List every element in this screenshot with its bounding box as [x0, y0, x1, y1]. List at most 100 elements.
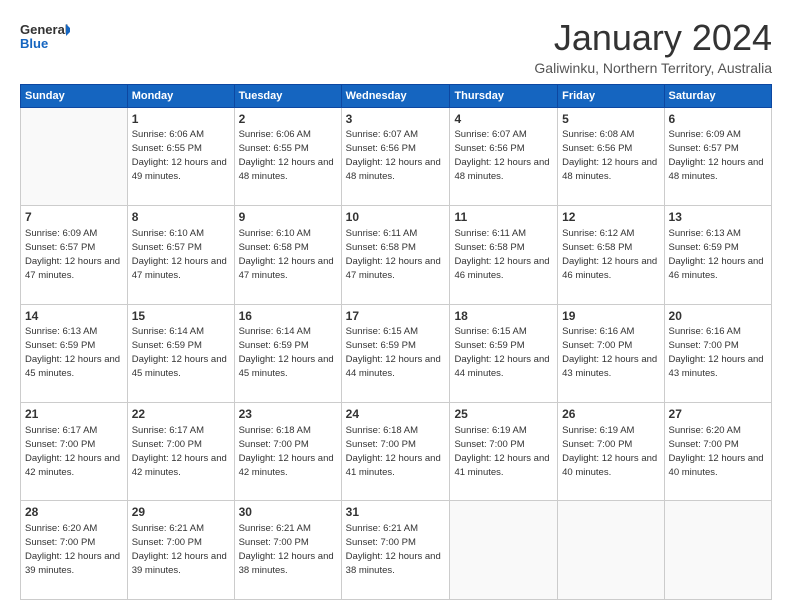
- day-number: 11: [454, 209, 553, 226]
- day-info: Sunrise: 6:15 AMSunset: 6:59 PMDaylight:…: [454, 326, 549, 379]
- weekday-header-row: SundayMondayTuesdayWednesdayThursdayFrid…: [21, 84, 772, 107]
- month-title: January 2024: [534, 18, 772, 58]
- header: General Blue January 2024 Galiwinku, Nor…: [20, 18, 772, 76]
- calendar-cell: 3 Sunrise: 6:07 AMSunset: 6:56 PMDayligh…: [341, 107, 450, 205]
- calendar-week-5: 28 Sunrise: 6:20 AMSunset: 7:00 PMDaylig…: [21, 501, 772, 600]
- calendar-week-4: 21 Sunrise: 6:17 AMSunset: 7:00 PMDaylig…: [21, 403, 772, 501]
- day-number: 19: [562, 308, 659, 325]
- page: General Blue January 2024 Galiwinku, Nor…: [0, 0, 792, 612]
- day-info: Sunrise: 6:11 AMSunset: 6:58 PMDaylight:…: [454, 228, 549, 281]
- calendar-cell: 14 Sunrise: 6:13 AMSunset: 6:59 PMDaylig…: [21, 304, 128, 402]
- day-info: Sunrise: 6:13 AMSunset: 6:59 PMDaylight:…: [25, 326, 120, 379]
- day-number: 8: [132, 209, 230, 226]
- svg-text:General: General: [20, 22, 68, 37]
- location-title: Galiwinku, Northern Territory, Australia: [534, 60, 772, 76]
- day-number: 26: [562, 406, 659, 423]
- calendar-cell: 28 Sunrise: 6:20 AMSunset: 7:00 PMDaylig…: [21, 501, 128, 600]
- calendar-cell: 24 Sunrise: 6:18 AMSunset: 7:00 PMDaylig…: [341, 403, 450, 501]
- calendar-cell: 5 Sunrise: 6:08 AMSunset: 6:56 PMDayligh…: [558, 107, 664, 205]
- day-info: Sunrise: 6:20 AMSunset: 7:00 PMDaylight:…: [25, 523, 120, 576]
- calendar-week-1: 1 Sunrise: 6:06 AMSunset: 6:55 PMDayligh…: [21, 107, 772, 205]
- day-number: 21: [25, 406, 123, 423]
- calendar-cell: 29 Sunrise: 6:21 AMSunset: 7:00 PMDaylig…: [127, 501, 234, 600]
- day-number: 30: [239, 504, 337, 521]
- calendar-cell: 12 Sunrise: 6:12 AMSunset: 6:58 PMDaylig…: [558, 206, 664, 304]
- calendar-cell: 2 Sunrise: 6:06 AMSunset: 6:55 PMDayligh…: [234, 107, 341, 205]
- day-number: 18: [454, 308, 553, 325]
- calendar-cell: [21, 107, 128, 205]
- day-number: 3: [346, 111, 446, 128]
- day-info: Sunrise: 6:14 AMSunset: 6:59 PMDaylight:…: [239, 326, 334, 379]
- day-number: 31: [346, 504, 446, 521]
- day-number: 16: [239, 308, 337, 325]
- calendar-cell: 9 Sunrise: 6:10 AMSunset: 6:58 PMDayligh…: [234, 206, 341, 304]
- calendar-cell: 15 Sunrise: 6:14 AMSunset: 6:59 PMDaylig…: [127, 304, 234, 402]
- day-number: 7: [25, 209, 123, 226]
- day-info: Sunrise: 6:17 AMSunset: 7:00 PMDaylight:…: [132, 425, 227, 478]
- calendar-cell: 11 Sunrise: 6:11 AMSunset: 6:58 PMDaylig…: [450, 206, 558, 304]
- day-info: Sunrise: 6:16 AMSunset: 7:00 PMDaylight:…: [669, 326, 764, 379]
- day-number: 6: [669, 111, 767, 128]
- day-info: Sunrise: 6:07 AMSunset: 6:56 PMDaylight:…: [454, 129, 549, 182]
- weekday-header-saturday: Saturday: [664, 84, 771, 107]
- day-number: 29: [132, 504, 230, 521]
- day-info: Sunrise: 6:12 AMSunset: 6:58 PMDaylight:…: [562, 228, 657, 281]
- day-number: 25: [454, 406, 553, 423]
- weekday-header-thursday: Thursday: [450, 84, 558, 107]
- day-number: 27: [669, 406, 767, 423]
- calendar-cell: [664, 501, 771, 600]
- calendar-cell: 26 Sunrise: 6:19 AMSunset: 7:00 PMDaylig…: [558, 403, 664, 501]
- day-info: Sunrise: 6:13 AMSunset: 6:59 PMDaylight:…: [669, 228, 764, 281]
- day-info: Sunrise: 6:06 AMSunset: 6:55 PMDaylight:…: [132, 129, 227, 182]
- calendar-cell: 16 Sunrise: 6:14 AMSunset: 6:59 PMDaylig…: [234, 304, 341, 402]
- calendar-table: SundayMondayTuesdayWednesdayThursdayFrid…: [20, 84, 772, 600]
- calendar-cell: 17 Sunrise: 6:15 AMSunset: 6:59 PMDaylig…: [341, 304, 450, 402]
- calendar-cell: 19 Sunrise: 6:16 AMSunset: 7:00 PMDaylig…: [558, 304, 664, 402]
- day-number: 17: [346, 308, 446, 325]
- day-info: Sunrise: 6:08 AMSunset: 6:56 PMDaylight:…: [562, 129, 657, 182]
- day-info: Sunrise: 6:19 AMSunset: 7:00 PMDaylight:…: [454, 425, 549, 478]
- calendar-cell: 21 Sunrise: 6:17 AMSunset: 7:00 PMDaylig…: [21, 403, 128, 501]
- weekday-header-tuesday: Tuesday: [234, 84, 341, 107]
- day-info: Sunrise: 6:10 AMSunset: 6:57 PMDaylight:…: [132, 228, 227, 281]
- day-info: Sunrise: 6:20 AMSunset: 7:00 PMDaylight:…: [669, 425, 764, 478]
- day-number: 28: [25, 504, 123, 521]
- day-info: Sunrise: 6:06 AMSunset: 6:55 PMDaylight:…: [239, 129, 334, 182]
- day-info: Sunrise: 6:17 AMSunset: 7:00 PMDaylight:…: [25, 425, 120, 478]
- day-number: 10: [346, 209, 446, 226]
- title-block: January 2024 Galiwinku, Northern Territo…: [534, 18, 772, 76]
- day-info: Sunrise: 6:21 AMSunset: 7:00 PMDaylight:…: [346, 523, 441, 576]
- day-info: Sunrise: 6:09 AMSunset: 6:57 PMDaylight:…: [25, 228, 120, 281]
- calendar-cell: 31 Sunrise: 6:21 AMSunset: 7:00 PMDaylig…: [341, 501, 450, 600]
- weekday-header-wednesday: Wednesday: [341, 84, 450, 107]
- day-number: 15: [132, 308, 230, 325]
- day-info: Sunrise: 6:16 AMSunset: 7:00 PMDaylight:…: [562, 326, 657, 379]
- calendar-cell: [558, 501, 664, 600]
- day-info: Sunrise: 6:15 AMSunset: 6:59 PMDaylight:…: [346, 326, 441, 379]
- day-number: 13: [669, 209, 767, 226]
- day-info: Sunrise: 6:14 AMSunset: 6:59 PMDaylight:…: [132, 326, 227, 379]
- day-info: Sunrise: 6:07 AMSunset: 6:56 PMDaylight:…: [346, 129, 441, 182]
- day-number: 22: [132, 406, 230, 423]
- calendar-cell: 22 Sunrise: 6:17 AMSunset: 7:00 PMDaylig…: [127, 403, 234, 501]
- day-info: Sunrise: 6:18 AMSunset: 7:00 PMDaylight:…: [239, 425, 334, 478]
- day-info: Sunrise: 6:21 AMSunset: 7:00 PMDaylight:…: [132, 523, 227, 576]
- calendar-cell: 7 Sunrise: 6:09 AMSunset: 6:57 PMDayligh…: [21, 206, 128, 304]
- day-number: 5: [562, 111, 659, 128]
- day-number: 24: [346, 406, 446, 423]
- weekday-header-monday: Monday: [127, 84, 234, 107]
- svg-text:Blue: Blue: [20, 36, 48, 51]
- calendar-cell: 8 Sunrise: 6:10 AMSunset: 6:57 PMDayligh…: [127, 206, 234, 304]
- day-number: 2: [239, 111, 337, 128]
- day-number: 20: [669, 308, 767, 325]
- calendar-cell: 23 Sunrise: 6:18 AMSunset: 7:00 PMDaylig…: [234, 403, 341, 501]
- calendar-cell: 1 Sunrise: 6:06 AMSunset: 6:55 PMDayligh…: [127, 107, 234, 205]
- calendar-cell: 27 Sunrise: 6:20 AMSunset: 7:00 PMDaylig…: [664, 403, 771, 501]
- calendar-cell: 13 Sunrise: 6:13 AMSunset: 6:59 PMDaylig…: [664, 206, 771, 304]
- calendar-cell: [450, 501, 558, 600]
- logo-svg: General Blue: [20, 18, 70, 56]
- day-info: Sunrise: 6:18 AMSunset: 7:00 PMDaylight:…: [346, 425, 441, 478]
- day-number: 9: [239, 209, 337, 226]
- day-info: Sunrise: 6:09 AMSunset: 6:57 PMDaylight:…: [669, 129, 764, 182]
- day-info: Sunrise: 6:21 AMSunset: 7:00 PMDaylight:…: [239, 523, 334, 576]
